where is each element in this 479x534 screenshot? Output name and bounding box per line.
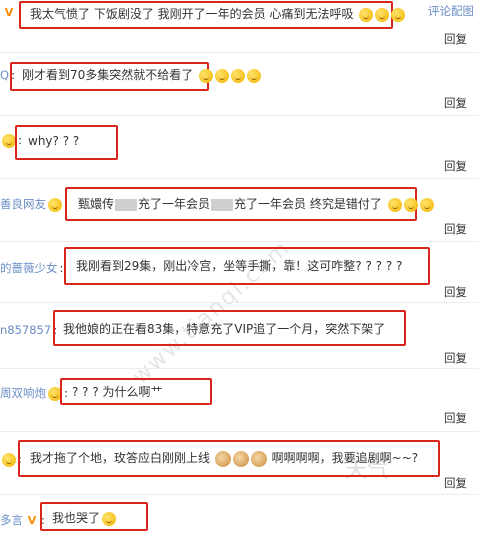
comment-text-content: 我太气愤了 下饭剧没了 我刚开了一年的会员 心痛到无法呼吸 — [30, 7, 354, 21]
comment-item: 的蔷薇少女: 我刚看到29集，刚出冷宫，坐等手撕，靠！这可咋整? ? ? ? ?… — [0, 246, 479, 302]
divider — [0, 52, 479, 53]
cat-sticker-icon — [232, 450, 249, 467]
comment-username[interactable]: 多言 V: — [0, 511, 45, 529]
comment-username[interactable]: n857857: — [0, 321, 57, 339]
angry-emoji-icon — [247, 68, 262, 83]
vip-badge-icon: V — [4, 5, 14, 19]
comment-username[interactable]: 善良网友: — [0, 195, 68, 213]
reply-button[interactable]: 回复 — [444, 475, 467, 491]
cat-sticker-icon — [214, 450, 231, 467]
comment-text: 我才拖了个地，玫答应白刚刚上线 啊啊啊啊，我要追剧啊~~? — [30, 450, 419, 467]
comment-item: : why? ? ? 回复 — [0, 122, 479, 178]
comment-text: 我也哭了 — [52, 509, 117, 527]
angry-emoji-icon — [231, 68, 246, 83]
comment-text: 刚才看到70多集突然就不给看了 — [22, 66, 262, 84]
angry-emoji-icon — [215, 68, 230, 83]
censored-block — [115, 198, 138, 211]
divider — [0, 368, 479, 369]
reply-button[interactable]: 回复 — [444, 31, 467, 47]
vip-emoji-icon — [2, 452, 16, 467]
comment-item: 多言 V: 我也哭了 — [0, 500, 479, 534]
reply-button[interactable]: 回复 — [444, 410, 467, 426]
crying-emoji-icon — [102, 511, 117, 526]
vip-badge-icon: V — [27, 513, 37, 527]
comment-text: ? ? ? 为什么啊艹 — [72, 385, 163, 399]
divider — [0, 241, 479, 242]
comment-item: V: 我太气愤了 下饭剧没了 我刚开了一年的会员 心痛到无法呼吸 评论配图 回复 — [0, 0, 479, 52]
crying-emoji-icon — [375, 7, 390, 22]
reply-button[interactable]: 回复 — [444, 158, 467, 174]
crying-emoji-icon — [391, 7, 406, 22]
vip-emoji-icon — [2, 133, 16, 148]
vip-emoji-icon — [48, 197, 62, 212]
divider — [0, 178, 479, 179]
comment-text: why? ? ? — [28, 134, 80, 148]
comment-text: 我刚看到29集，刚出冷宫，坐等手撕，靠！这可咋整? ? ? ? ? — [76, 259, 403, 273]
comment-item: 周双响炮: ? ? ? 为什么啊艹 回复 — [0, 375, 479, 431]
comment-item: : 我才拖了个地，玫答应白刚刚上线 啊啊啊啊，我要追剧啊~~? 回复 — [0, 437, 479, 494]
reply-button[interactable]: 回复 — [444, 350, 467, 366]
crying-emoji-icon — [359, 7, 374, 22]
comment-text-content: 刚才看到70多集突然就不给看了 — [22, 68, 194, 82]
divider — [0, 494, 479, 495]
comment-image-link[interactable]: 评论配图 — [428, 3, 474, 19]
comment-item: n857857: 我他娘的正在看83集，特意充了VIP追了一个月，突然下架了 回… — [0, 308, 479, 368]
comment-item: 善良网友: 甄嬛传 充了一年会员 充了一年会员 终究是错付了 回复 — [0, 186, 479, 241]
reply-button[interactable]: 回复 — [444, 95, 467, 111]
crying-emoji-icon — [387, 197, 402, 212]
comment-text: 我他娘的正在看83集，特意充了VIP追了一个月，突然下架了 — [63, 322, 386, 336]
reply-button[interactable]: 回复 — [444, 221, 467, 237]
divider — [0, 302, 479, 303]
divider — [0, 431, 479, 432]
angry-emoji-icon — [199, 68, 214, 83]
censored-block — [211, 198, 234, 211]
cat-sticker-icon — [250, 450, 267, 467]
divider — [0, 115, 479, 116]
comment-text: 我太气愤了 下饭剧没了 我刚开了一年的会员 心痛到无法呼吸 — [30, 5, 406, 23]
reply-button[interactable]: 回复 — [444, 284, 467, 300]
crying-emoji-icon — [403, 197, 418, 212]
crying-emoji-icon — [419, 197, 434, 212]
comment-item: Q: 刚才看到70多集突然就不给看了 回复 — [0, 60, 479, 115]
comment-text: 甄嬛传 充了一年会员 充了一年会员 终究是错付了 — [78, 195, 434, 213]
comment-username[interactable]: 的蔷薇少女: — [0, 259, 63, 277]
comment-username[interactable]: 周双响炮: — [0, 384, 68, 402]
